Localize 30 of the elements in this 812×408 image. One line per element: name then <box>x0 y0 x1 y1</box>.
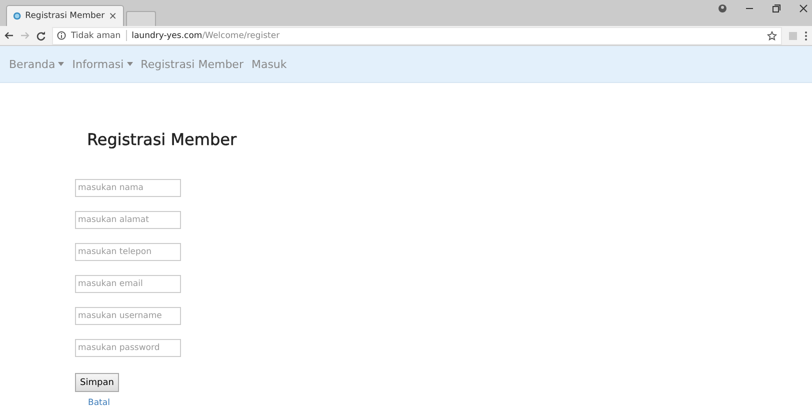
profile-icon[interactable] <box>718 4 727 13</box>
browser-tab[interactable]: Registrasi Member × <box>6 5 124 26</box>
restore-icon[interactable] <box>772 4 781 13</box>
input-field[interactable]: masukan password <box>75 339 181 357</box>
input-field[interactable]: masukan nama <box>75 179 181 197</box>
info-icon <box>57 31 66 40</box>
page-heading: Registrasi Member <box>87 130 237 149</box>
cancel-link[interactable]: Batal <box>88 398 110 408</box>
caret-icon <box>58 62 64 66</box>
back-icon[interactable] <box>4 31 14 40</box>
globe-icon <box>13 11 22 21</box>
close-tab-icon[interactable]: × <box>108 10 117 22</box>
save-button[interactable]: Simpan <box>75 373 119 392</box>
nav-link[interactable]: Beranda <box>9 58 64 70</box>
caret-icon <box>126 62 133 66</box>
input-field[interactable]: masukan alamat <box>75 211 181 229</box>
menu-icon[interactable] <box>804 30 808 40</box>
address-bar[interactable]: Tidak aman laundry-yes.com/Welcome/register <box>52 26 782 44</box>
nav-link[interactable]: Masuk <box>251 58 287 70</box>
input-field[interactable]: masukan username <box>75 307 181 325</box>
nav-link[interactable]: Registrasi Member <box>140 58 244 70</box>
tab-title: Registrasi Member <box>25 11 105 21</box>
close-icon[interactable] <box>799 4 808 13</box>
input-field[interactable]: masukan telepon <box>75 243 181 261</box>
star-icon[interactable] <box>767 30 777 40</box>
input-field[interactable]: masukan email <box>75 275 181 293</box>
security-label: Tidak aman <box>71 30 121 40</box>
reload-icon[interactable] <box>36 30 46 40</box>
url-text: laundry-yes.com/Welcome/register <box>132 30 280 40</box>
nav-link[interactable]: Informasi <box>72 58 133 70</box>
